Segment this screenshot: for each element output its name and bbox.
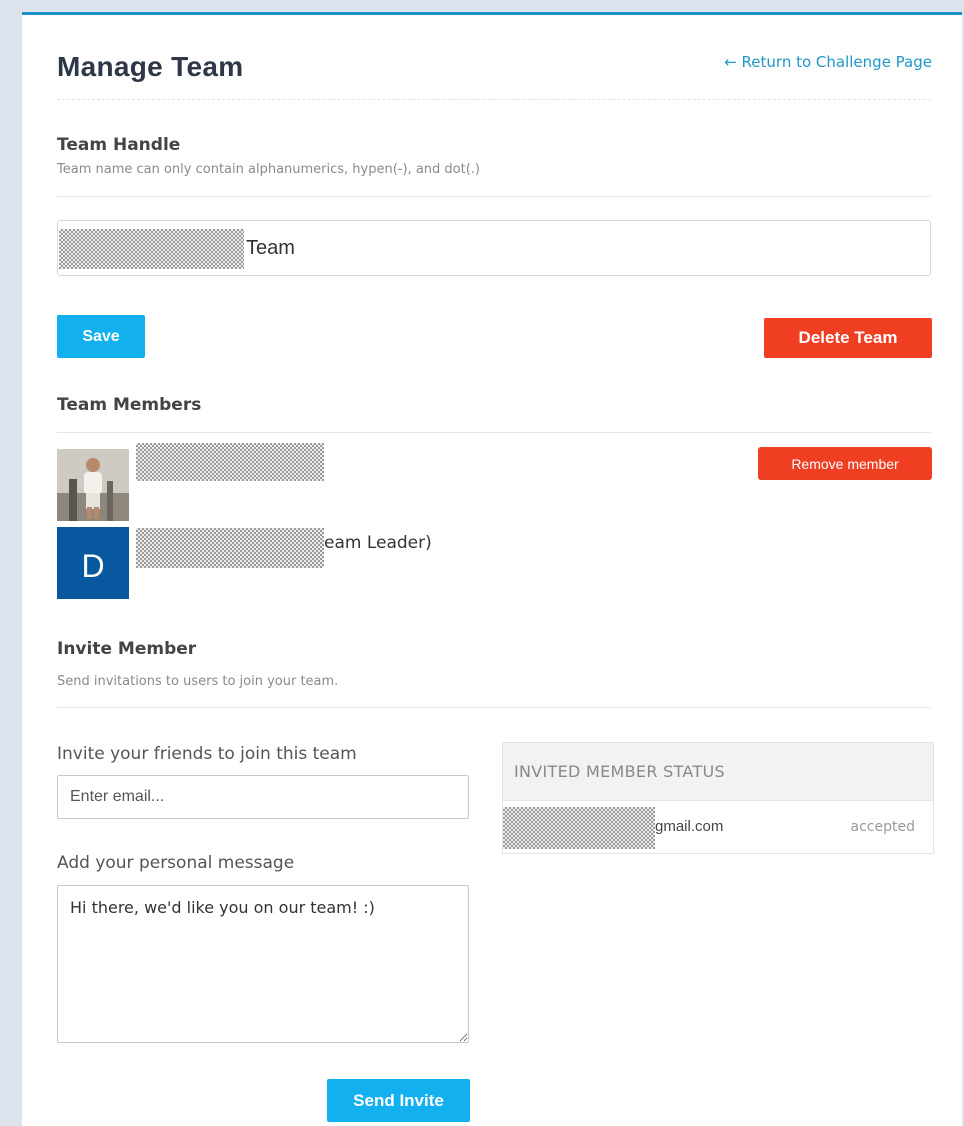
manage-team-panel: Manage Team ← Return to Challenge Page T… bbox=[22, 12, 962, 1126]
table-row: gmail.com accepted bbox=[503, 801, 933, 855]
team-handle-value: Team bbox=[246, 236, 295, 259]
team-handle-title: Team Handle bbox=[57, 135, 181, 155]
invite-member-title: Invite Member bbox=[57, 639, 197, 659]
invited-member-status-table: INVITED MEMBER STATUS gmail.com accepted bbox=[502, 742, 934, 854]
email-field-label: Invite your friends to join this team bbox=[57, 744, 357, 764]
team-members-divider bbox=[57, 432, 931, 433]
team-members-title: Team Members bbox=[57, 395, 202, 415]
invitee-email: gmail.com bbox=[655, 818, 724, 835]
delete-team-button[interactable]: Delete Team bbox=[764, 318, 932, 358]
return-to-challenge-link[interactable]: ← Return to Challenge Page bbox=[724, 53, 932, 71]
person-photo-icon bbox=[57, 449, 129, 521]
team-leader-label: eam Leader) bbox=[324, 533, 432, 553]
header-divider bbox=[57, 99, 931, 100]
save-button[interactable]: Save bbox=[57, 315, 145, 358]
redacted-invitee-email bbox=[503, 807, 655, 849]
invite-divider bbox=[57, 707, 931, 708]
message-field-label: Add your personal message bbox=[57, 853, 295, 873]
team-handle-input[interactable]: Team bbox=[57, 220, 931, 276]
invite-email-input[interactable] bbox=[57, 775, 469, 819]
team-handle-divider bbox=[57, 196, 931, 197]
invite-member-hint: Send invitations to users to join your t… bbox=[57, 674, 339, 689]
redacted-member-name bbox=[136, 443, 324, 481]
personal-message-textarea[interactable] bbox=[57, 885, 469, 1043]
send-invite-button[interactable]: Send Invite bbox=[327, 1079, 470, 1122]
member-avatar-photo bbox=[57, 449, 129, 521]
invited-status-header: INVITED MEMBER STATUS bbox=[503, 743, 933, 801]
redacted-team-name bbox=[59, 229, 244, 269]
team-handle-hint: Team name can only contain alphanumerics… bbox=[57, 162, 481, 177]
status-badge: accepted bbox=[850, 819, 915, 835]
page-title: Manage Team bbox=[57, 51, 244, 82]
remove-member-button[interactable]: Remove member bbox=[758, 447, 932, 480]
redacted-leader-name bbox=[136, 528, 324, 568]
member-avatar-initial: D bbox=[57, 527, 129, 599]
